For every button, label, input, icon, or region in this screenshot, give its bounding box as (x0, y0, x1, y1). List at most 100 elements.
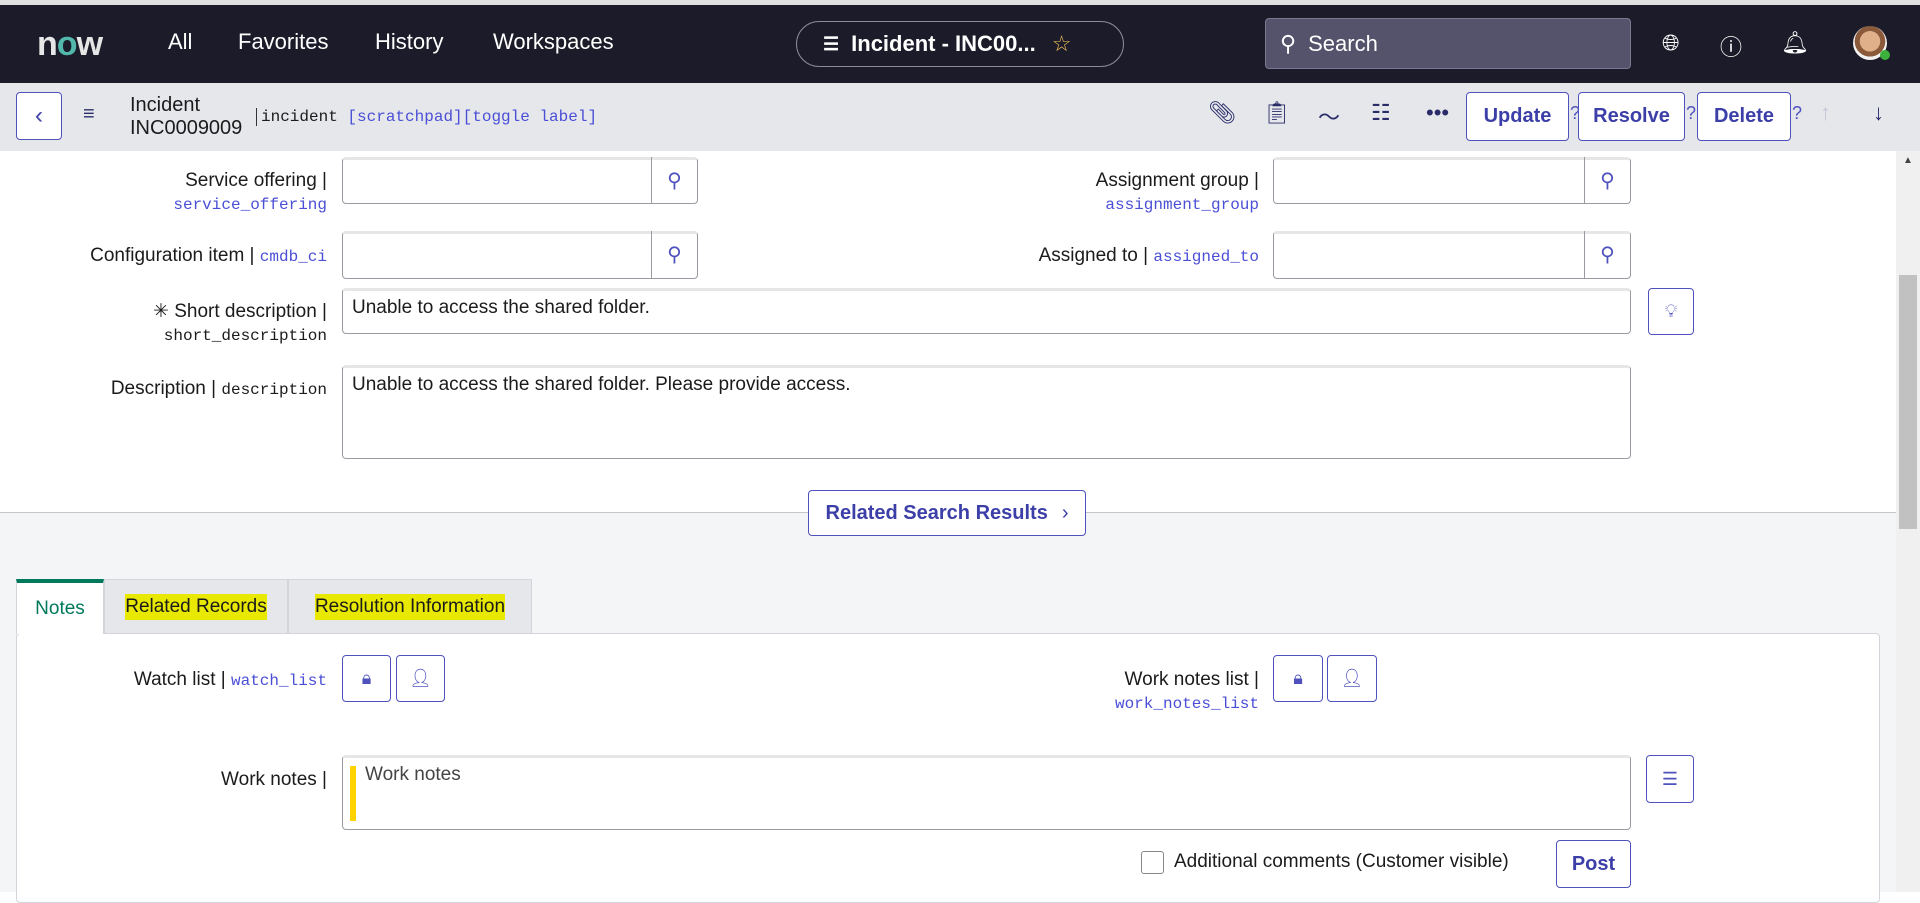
star-icon[interactable]: ☆ (1052, 31, 1072, 57)
record-number: INC0009009 (130, 117, 243, 139)
help-icon[interactable]: ⓘ (1720, 30, 1742, 62)
field-name: description (221, 381, 327, 399)
additional-comments-checkbox[interactable] (1141, 851, 1164, 874)
search-input[interactable]: Search (1308, 31, 1378, 57)
work-notes-indicator (350, 766, 356, 821)
tab-label: Resolution Information (314, 593, 506, 620)
label-text: Assigned to | (1038, 245, 1149, 266)
toggle-label-link[interactable]: [toggle label] (463, 108, 597, 126)
related-search-results-button[interactable]: Related Search Results › (808, 490, 1086, 536)
search-icon[interactable]: ⚲ (651, 157, 697, 203)
label-text: Service offering | (185, 170, 327, 191)
configuration-item-label: Configuration item | cmdb_ci (90, 245, 327, 267)
search-icon[interactable]: ⚲ (1584, 231, 1630, 278)
field-value: Unable to access the shared folder. Plea… (352, 374, 851, 395)
resolve-help-icon[interactable]: ? (1686, 103, 1696, 124)
service-offering-input[interactable]: ⚲ (342, 157, 698, 204)
label-text: Work notes list | (1124, 669, 1259, 690)
context-title: Incident - INC00... (851, 31, 1036, 56)
globe-icon[interactable]: 🌐︎ (1662, 30, 1680, 56)
update-button[interactable]: Update (1466, 92, 1569, 141)
assignment-group-label: Assignment group | assignment_group (1096, 170, 1259, 214)
nav-history[interactable]: History (375, 29, 443, 55)
nav-all[interactable]: All (168, 29, 192, 55)
short-description-label: ✳ Short description | short_description (153, 300, 327, 345)
resolve-button[interactable]: Resolve (1578, 92, 1685, 141)
field-name: service_offering (173, 196, 327, 214)
tab-notes[interactable]: Notes (16, 579, 104, 634)
label-text: Configuration item | (90, 245, 255, 266)
add-user-icon: 👤︎ (409, 668, 432, 688)
short-description-input[interactable]: Unable to access the shared folder. (342, 288, 1631, 334)
watch-list-add-user-button[interactable]: 👤︎ (396, 655, 445, 702)
field-name: short_description (163, 327, 327, 345)
nav-favorites[interactable]: Favorites (238, 29, 328, 55)
table-info: incident [scratchpad][toggle label] (256, 108, 597, 126)
field-name: assignment_group (1105, 196, 1259, 214)
work-notes-list-label: Work notes list | work_notes_list (1115, 669, 1259, 713)
tab-resolution-information[interactable]: Resolution Information (288, 579, 532, 634)
assigned-to-label: Assigned to | assigned_to (1039, 245, 1259, 267)
configuration-item-input[interactable]: ⚲ (342, 231, 698, 279)
button-label: Related Search Results (825, 501, 1048, 524)
service-offering-label: Service offering | service_offering (173, 170, 327, 214)
additional-comments-label: Additional comments (Customer visible) (1174, 851, 1509, 872)
watch-list-label: Watch list | watch_list (134, 669, 327, 691)
watch-list-lock-button[interactable]: 🔒︎ (342, 655, 391, 702)
delete-button[interactable]: Delete (1697, 92, 1791, 141)
work-notes-label: Work notes | (221, 769, 327, 790)
delete-help-icon[interactable]: ? (1792, 103, 1802, 124)
assigned-to-input[interactable]: ⚲ (1273, 231, 1631, 279)
search-icon[interactable]: ⚲ (1584, 157, 1630, 203)
label-text: Watch list | (133, 669, 226, 690)
journal-fields-button[interactable]: ☰ (1646, 755, 1694, 803)
top-navigation: now All Favorites History Workspaces ☰ I… (0, 5, 1920, 83)
description-textarea[interactable]: Unable to access the shared folder. Plea… (342, 365, 1631, 459)
tab-label: Related Records (125, 593, 267, 620)
search-icon: ⚲ (1280, 30, 1297, 56)
menu-icon[interactable]: ≡ (83, 103, 95, 126)
scratchpad-link[interactable]: [scratchpad] (347, 108, 462, 126)
label-text: Assignment group | (1095, 170, 1259, 191)
lightbulb-icon[interactable]: 💡︎ (1648, 288, 1694, 335)
tab-related-records[interactable]: Related Records (104, 579, 288, 634)
nav-workspaces[interactable]: Workspaces (493, 29, 614, 55)
assignment-group-input[interactable]: ⚲ (1273, 157, 1631, 204)
activity-icon[interactable]: 〜 (1318, 100, 1340, 132)
work-notes-list-add-user-button[interactable]: 👤︎ (1327, 655, 1377, 702)
scrollbar-thumb[interactable] (1899, 275, 1917, 529)
paperclip-icon[interactable]: 📎︎ (1208, 100, 1236, 126)
field-name: watch_list (230, 672, 327, 690)
more-icon[interactable]: ••• (1426, 100, 1449, 126)
record-type: Incident (130, 94, 201, 116)
next-record-icon[interactable]: ↓ (1873, 100, 1884, 126)
global-search[interactable]: ⚲ Search (1265, 18, 1631, 69)
list-icon: ☰ (1661, 768, 1679, 789)
list-icon: ☰ (823, 33, 840, 54)
field-value: Unable to access the shared folder. (352, 297, 650, 318)
lock-icon: 🔒︎ (361, 668, 372, 688)
field-name: work_notes_list (1114, 695, 1259, 713)
work-notes-list-lock-button[interactable]: 🔒︎ (1273, 655, 1323, 702)
bell-icon[interactable]: 🔔︎ (1781, 30, 1809, 56)
context-pill[interactable]: ☰ Incident - INC00... ☆ (796, 21, 1124, 67)
post-button[interactable]: Post (1556, 840, 1631, 888)
search-icon[interactable]: ⚲ (651, 231, 697, 278)
table-name: incident (261, 108, 338, 126)
mandatory-icon: ✳ (153, 301, 175, 322)
status-dot (1880, 50, 1890, 60)
back-button[interactable]: ‹ (16, 92, 62, 140)
previous-record-icon[interactable]: ↑ (1820, 100, 1831, 126)
scroll-up-icon[interactable]: ▲ (1903, 155, 1913, 166)
description-label: Description | description (111, 378, 327, 400)
clipboard-icon[interactable]: 📋︎ (1263, 100, 1291, 126)
settings-sliders-icon[interactable]: ☷ (1371, 100, 1391, 126)
servicenow-logo[interactable]: now (37, 25, 103, 64)
work-notes-textarea[interactable]: Work notes (342, 755, 1631, 830)
field-name: cmdb_ci (259, 248, 327, 266)
work-notes-placeholder: Work notes (365, 764, 461, 785)
label-text: Description | (110, 378, 217, 399)
add-user-icon: 👤︎ (1340, 668, 1364, 688)
avatar[interactable] (1853, 26, 1890, 60)
record-title: Incident INC0009009 (130, 94, 242, 140)
